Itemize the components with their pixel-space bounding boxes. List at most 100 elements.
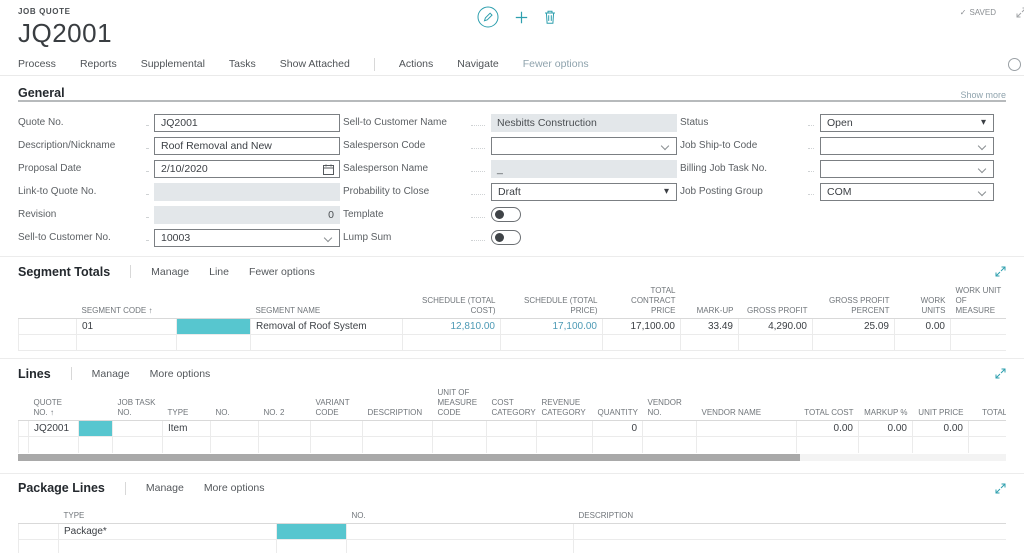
lump-sum-toggle[interactable] bbox=[491, 230, 521, 245]
column-header[interactable]: SEGMENT NAME bbox=[251, 284, 403, 319]
selected-cell[interactable] bbox=[177, 319, 251, 335]
gross-profit-percent-cell[interactable]: 25.09 bbox=[813, 319, 895, 335]
uom-code-cell[interactable] bbox=[433, 421, 487, 437]
quote-no-input[interactable]: JQ2001 bbox=[154, 114, 340, 132]
column-header[interactable]: GROSS PROFIT PERCENT bbox=[813, 284, 895, 319]
lines-manage-menu[interactable]: Manage bbox=[92, 368, 130, 380]
type-cell[interactable]: Item bbox=[163, 421, 211, 437]
segment-code-cell[interactable]: 01 bbox=[77, 319, 177, 335]
segment-manage-menu[interactable]: Manage bbox=[151, 266, 189, 278]
vendor-no-cell[interactable] bbox=[643, 421, 697, 437]
column-header[interactable]: NO. bbox=[211, 386, 259, 421]
row-selector[interactable] bbox=[19, 319, 77, 335]
quote-no-cell[interactable]: JQ2001 bbox=[29, 421, 79, 437]
column-header[interactable]: TOTAL CONTRACT PRICE bbox=[603, 284, 681, 319]
package-type-cell[interactable]: Package* bbox=[59, 523, 277, 539]
selected-cell[interactable] bbox=[79, 421, 113, 437]
no-cell[interactable] bbox=[211, 421, 259, 437]
delete-icon[interactable] bbox=[544, 10, 556, 24]
package-description-cell[interactable] bbox=[574, 523, 1007, 539]
selected-cell[interactable] bbox=[277, 523, 347, 539]
total-price-cell[interactable]: 0.00 bbox=[969, 421, 1007, 437]
probability-to-close-select[interactable]: Draft bbox=[491, 183, 677, 201]
column-header[interactable]: WORK UNIT OF MEASURE bbox=[951, 284, 1007, 319]
column-header[interactable]: SEGMENT CODE ↑ bbox=[77, 284, 177, 319]
status-select[interactable]: Open bbox=[820, 114, 994, 132]
menu-actions[interactable]: Actions bbox=[399, 58, 433, 70]
description-input[interactable]: Roof Removal and New bbox=[154, 137, 340, 155]
segment-fewer-options[interactable]: Fewer options bbox=[249, 266, 315, 278]
column-header[interactable]: MARKUP % bbox=[859, 386, 913, 421]
salesperson-code-input[interactable] bbox=[491, 137, 677, 155]
description-cell[interactable] bbox=[363, 421, 433, 437]
markup-pct-cell[interactable]: 0.00 bbox=[859, 421, 913, 437]
column-header[interactable]: REVENUE CATEGORY bbox=[537, 386, 593, 421]
column-header[interactable]: SCHEDULE (TOTAL PRICE) bbox=[501, 284, 603, 319]
total-cost-cell[interactable]: 0.00 bbox=[797, 421, 859, 437]
job-task-no-cell[interactable] bbox=[113, 421, 163, 437]
gross-profit-cell[interactable]: 4,290.00 bbox=[739, 319, 813, 335]
vendor-name-cell[interactable] bbox=[697, 421, 797, 437]
column-header[interactable]: WORK UNITS bbox=[895, 284, 951, 319]
column-header[interactable]: QUOTE NO. ↑ bbox=[29, 386, 79, 421]
column-header[interactable]: UNIT OF MEASURE CODE bbox=[433, 386, 487, 421]
column-header[interactable]: NO. bbox=[347, 509, 574, 524]
segment-name-cell[interactable]: Removal of Roof System bbox=[251, 319, 403, 335]
column-header[interactable]: NO. 2 bbox=[259, 386, 311, 421]
menu-process[interactable]: Process bbox=[18, 58, 56, 70]
column-header[interactable]: TYPE bbox=[59, 509, 277, 524]
column-header[interactable]: DESCRIPTION bbox=[363, 386, 433, 421]
column-header[interactable]: SCHEDULE (TOTAL COST) bbox=[403, 284, 501, 319]
column-header[interactable]: VENDOR NO. bbox=[643, 386, 697, 421]
segment-line-menu[interactable]: Line bbox=[209, 266, 229, 278]
column-header[interactable]: GROSS PROFIT bbox=[739, 284, 813, 319]
column-header[interactable]: COST CATEGORY bbox=[487, 386, 537, 421]
expand-icon[interactable] bbox=[995, 368, 1006, 379]
column-header[interactable]: DESCRIPTION bbox=[574, 509, 1007, 524]
no2-cell[interactable] bbox=[259, 421, 311, 437]
menu-navigate[interactable]: Navigate bbox=[457, 58, 498, 70]
work-uom-cell[interactable] bbox=[951, 319, 1007, 335]
column-header[interactable]: TYPE bbox=[163, 386, 211, 421]
mark-up-cell[interactable]: 33.49 bbox=[681, 319, 739, 335]
menu-tasks[interactable]: Tasks bbox=[229, 58, 256, 70]
revenue-category-cell[interactable] bbox=[537, 421, 593, 437]
calendar-icon[interactable] bbox=[323, 164, 334, 175]
expand-icon[interactable] bbox=[995, 483, 1006, 494]
total-contract-price-cell[interactable]: 17,100.00 bbox=[603, 319, 681, 335]
column-header[interactable]: MARK-UP bbox=[681, 284, 739, 319]
sell-to-customer-no-input[interactable]: 10003 bbox=[154, 229, 340, 247]
schedule-total-price-cell[interactable]: 17,100.00 bbox=[501, 319, 603, 335]
job-posting-group-input[interactable]: COM bbox=[820, 183, 994, 201]
billing-job-task-no-input[interactable] bbox=[820, 160, 994, 178]
show-more-link[interactable]: Show more bbox=[960, 90, 1006, 100]
menu-supplemental[interactable]: Supplemental bbox=[141, 58, 205, 70]
column-header[interactable]: QUANTITY bbox=[593, 386, 643, 421]
column-header[interactable]: TOTAL COST bbox=[797, 386, 859, 421]
lines-more-options[interactable]: More options bbox=[150, 368, 211, 380]
quantity-cell[interactable]: 0 bbox=[593, 421, 643, 437]
package-manage-menu[interactable]: Manage bbox=[146, 482, 184, 494]
wide-layout-icon[interactable] bbox=[1016, 7, 1024, 18]
job-ship-to-code-input[interactable] bbox=[820, 137, 994, 155]
unit-price-cell[interactable]: 0.00 bbox=[913, 421, 969, 437]
schedule-total-cost-cell[interactable]: 12,810.00 bbox=[403, 319, 501, 335]
scrollbar-thumb[interactable] bbox=[18, 454, 800, 461]
template-toggle[interactable] bbox=[491, 207, 521, 222]
menu-fewer-options[interactable]: Fewer options bbox=[523, 58, 589, 70]
column-header[interactable]: UNIT PRICE bbox=[913, 386, 969, 421]
package-no-cell[interactable] bbox=[347, 523, 574, 539]
column-header[interactable]: JOB TASK NO. bbox=[113, 386, 163, 421]
menu-reports[interactable]: Reports bbox=[80, 58, 117, 70]
package-more-options[interactable]: More options bbox=[204, 482, 265, 494]
cost-category-cell[interactable] bbox=[487, 421, 537, 437]
menu-show-attached[interactable]: Show Attached bbox=[280, 58, 350, 70]
variant-code-cell[interactable] bbox=[311, 421, 363, 437]
column-header[interactable]: VARIANT CODE bbox=[311, 386, 363, 421]
expand-icon[interactable] bbox=[995, 266, 1006, 277]
row-selector[interactable] bbox=[19, 523, 59, 539]
edit-icon[interactable] bbox=[477, 6, 499, 28]
column-header[interactable]: VENDOR NAME bbox=[697, 386, 797, 421]
horizontal-scrollbar[interactable] bbox=[18, 454, 1006, 461]
row-selector[interactable] bbox=[19, 421, 29, 437]
